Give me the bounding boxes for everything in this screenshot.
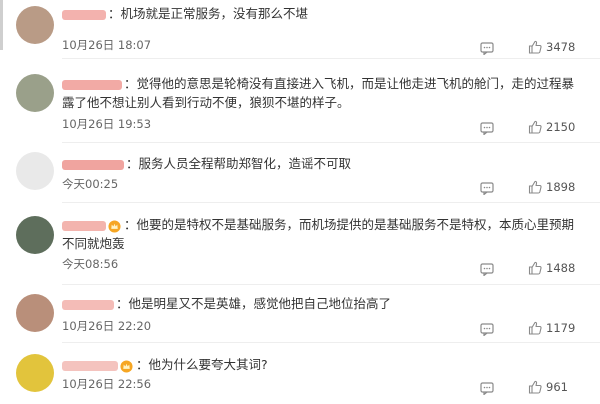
comment-timestamp: 10月26日 18:07 (62, 38, 152, 52)
thumbs-up-icon[interactable] (528, 379, 542, 394)
thumbs-up-icon[interactable] (528, 179, 542, 194)
username-blurred[interactable] (62, 9, 106, 20)
comment-icon[interactable] (480, 40, 494, 56)
crown-badge-icon (120, 359, 133, 373)
avatar[interactable] (16, 354, 54, 392)
comment-actions: 1488 (480, 260, 600, 277)
comment-timestamp: 10月26日 22:56 (62, 377, 152, 391)
comment-text: 机场就是正常服务，没有那么不堪 (120, 6, 309, 21)
like-count: 2150 (546, 120, 576, 134)
username-blurred[interactable] (62, 220, 106, 231)
comment-timestamp: 10月26日 22:20 (62, 319, 152, 333)
comment-actions: 961 (480, 379, 600, 396)
comment-icon[interactable] (480, 261, 494, 277)
comment-content: ：他是明星又不是英雄，感觉他把自己地位抬高了 (62, 294, 584, 313)
avatar[interactable] (16, 216, 54, 254)
comment-divider (62, 284, 600, 285)
username-blurred[interactable] (62, 299, 114, 310)
like-count: 1179 (546, 321, 576, 335)
like-count: 1898 (546, 180, 576, 194)
comment-icon[interactable] (480, 321, 494, 337)
comment-icon[interactable] (480, 380, 494, 396)
comment-text: 觉得他的意思是轮椅没有直接进入飞机，而是让他走进飞机的舱门，走的过程暴露了他不想… (62, 76, 575, 110)
comment-text: 他为什么要夸大其词? (148, 357, 268, 372)
username-separator: ： (124, 217, 137, 232)
username-separator: ： (116, 296, 129, 311)
thumbs-up-icon[interactable] (528, 260, 542, 275)
comment-actions: 3478 (480, 39, 600, 56)
comment-actions: 1898 (480, 179, 600, 196)
username-separator: ： (126, 156, 139, 171)
comment-icon[interactable] (480, 180, 494, 196)
avatar[interactable] (16, 74, 54, 112)
comment-content: ：机场就是正常服务，没有那么不堪 (62, 4, 584, 23)
avatar[interactable] (16, 6, 54, 44)
like-count: 1488 (546, 261, 576, 275)
like-count: 3478 (546, 40, 576, 54)
username-blurred[interactable] (62, 159, 124, 170)
comment-text: 服务人员全程帮助郑智化，造谣不可取 (138, 156, 352, 171)
username-blurred[interactable] (62, 79, 122, 90)
username-separator: ： (108, 6, 121, 21)
comment-divider (62, 142, 600, 143)
avatar[interactable] (16, 294, 54, 332)
comment-content: ：他要的是特权不是基础服务，而机场提供的是基础服务不是特权，本质心里预期不同就炮… (62, 215, 584, 253)
comment-timestamp: 今天08:56 (62, 257, 119, 271)
left-accent-bar (0, 0, 3, 50)
comment-content: ：他为什么要夸大其词? (62, 355, 584, 374)
avatar[interactable] (16, 152, 54, 190)
comment-text: 他要的是特权不是基础服务，而机场提供的是基础服务不是特权，本质心里预期不同就炮轰 (62, 217, 575, 251)
thumbs-up-icon[interactable] (528, 119, 542, 134)
thumbs-up-icon[interactable] (528, 320, 542, 335)
comment-timestamp: 今天00:25 (62, 177, 119, 191)
thumbs-up-icon[interactable] (528, 39, 542, 54)
like-count: 961 (546, 380, 568, 394)
comment-content: ：觉得他的意思是轮椅没有直接进入飞机，而是让他走进飞机的舱门，走的过程暴露了他不… (62, 74, 584, 112)
comment-actions: 1179 (480, 320, 600, 337)
comment-timestamp: 10月26日 19:53 (62, 117, 152, 131)
comment-divider (62, 342, 600, 343)
comment-content: ：服务人员全程帮助郑智化，造谣不可取 (62, 154, 584, 173)
username-blurred[interactable] (62, 360, 118, 371)
comment-divider (62, 58, 600, 59)
comment-actions: 2150 (480, 119, 600, 136)
comment-icon[interactable] (480, 120, 494, 136)
comment-text: 他是明星又不是英雄，感觉他把自己地位抬高了 (128, 296, 392, 311)
comment-divider (62, 202, 600, 203)
username-separator: ： (124, 76, 137, 91)
username-separator: ： (136, 357, 149, 372)
crown-badge-icon (108, 219, 121, 233)
